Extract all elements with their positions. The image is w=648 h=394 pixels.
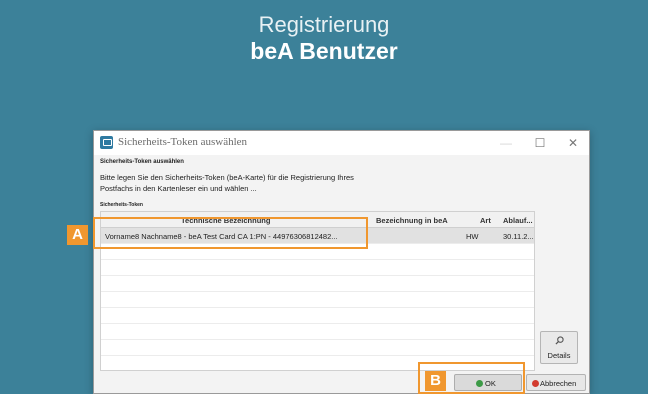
details-button[interactable]: Details (540, 331, 578, 364)
empty-row (101, 308, 534, 324)
empty-row (101, 260, 534, 276)
token-list-caption: Sicherheits-Token (100, 202, 143, 208)
empty-row (101, 340, 534, 356)
highlight-box-a (93, 217, 368, 249)
column-header-expiry[interactable]: Ablauf... (503, 216, 533, 225)
magnifier-icon (555, 336, 564, 345)
dialog-title: Sicherheits-Token auswählen (118, 136, 248, 148)
empty-row (101, 276, 534, 292)
marker-a: A (67, 225, 88, 245)
marker-b: B (425, 371, 446, 391)
column-header-bea-name[interactable]: Bezeichnung in beA (376, 216, 448, 225)
app-window-icon (100, 136, 113, 149)
cell-expiry: 30.11.2... (503, 232, 534, 241)
cancel-button[interactable]: Abbrechen (526, 374, 586, 391)
minimize-button[interactable]: — (492, 134, 520, 152)
red-cancel-icon (532, 380, 539, 387)
page-title-line1: Registrierung (258, 12, 390, 37)
token-selection-dialog: Sicherheits-Token auswählen — ☐ ✕ Sicher… (93, 130, 590, 394)
cancel-label: Abbrechen (540, 379, 577, 388)
details-label: Details (547, 351, 571, 360)
maximize-button[interactable]: ☐ (526, 134, 554, 152)
section-title: Sicherheits-Token auswählen (100, 159, 184, 165)
empty-row (101, 324, 534, 340)
empty-row (101, 292, 534, 308)
dialog-titlebar[interactable]: Sicherheits-Token auswählen — ☐ ✕ (94, 131, 589, 155)
close-button[interactable]: ✕ (559, 134, 587, 152)
instructions-text: Bitte legen Sie den Sicherheits-Token (b… (100, 173, 354, 193)
page-title-line2: beA Benutzer (250, 38, 398, 64)
column-header-type[interactable]: Art (480, 216, 491, 225)
cell-type: HW (466, 232, 479, 241)
